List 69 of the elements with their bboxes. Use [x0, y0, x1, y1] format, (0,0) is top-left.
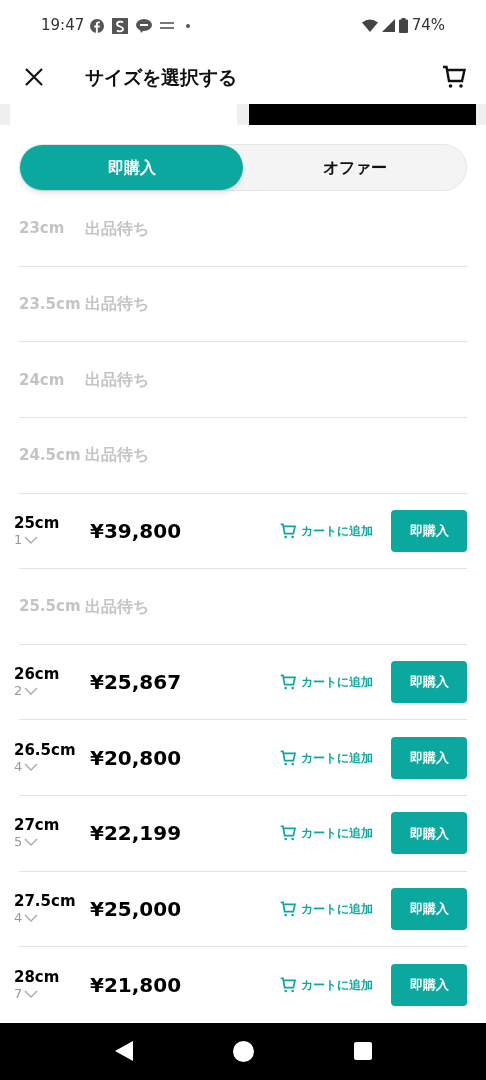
- price: ¥39,800: [90, 517, 182, 545]
- cart-icon: [280, 825, 296, 842]
- app-icon: [112, 17, 129, 34]
- add-to-cart-button[interactable]: カートに追加: [280, 899, 373, 918]
- status-label: 出品待ち: [85, 595, 149, 618]
- quantity-dropdown[interactable]: 7: [14, 986, 90, 1002]
- signal-icon: [381, 19, 395, 33]
- chevron-down-icon: [24, 687, 39, 696]
- size-label: 24.5cm: [19, 445, 82, 467]
- buy-now-button[interactable]: 即購入: [391, 964, 467, 1006]
- size-label: 25.5cm: [19, 596, 82, 618]
- cart-icon: [280, 977, 296, 993]
- status-label: 出品待ち: [85, 368, 149, 391]
- size-label: 25cm: [14, 513, 61, 532]
- battery-level: 74%: [411, 15, 445, 37]
- size-label: 23.5cm: [19, 293, 82, 315]
- home-icon[interactable]: [232, 1040, 254, 1062]
- quantity-dropdown[interactable]: 2: [14, 683, 90, 700]
- add-to-cart-button[interactable]: カートに追加: [280, 521, 373, 540]
- page-title: サイズを選択する: [85, 65, 237, 91]
- cart-icon: [280, 674, 296, 691]
- buy-now-button[interactable]: 即購入: [391, 812, 467, 855]
- facebook-icon: [90, 18, 105, 33]
- battery-icon: [398, 18, 408, 34]
- close-icon: [25, 68, 43, 87]
- chevron-down-icon: [24, 535, 39, 544]
- chevron-down-icon: [24, 762, 39, 771]
- wifi-icon: [361, 19, 378, 33]
- chat-bubble-icon: [136, 18, 153, 33]
- quantity-dropdown[interactable]: 4: [14, 758, 90, 775]
- price: ¥20,800: [90, 744, 182, 772]
- buy-now-button[interactable]: 即購入: [391, 736, 467, 779]
- size-label: 27.5cm: [14, 891, 77, 910]
- cart-icon: [280, 749, 296, 766]
- mode-tab[interactable]: 即購入: [20, 145, 243, 191]
- mode-tab[interactable]: オファー: [243, 145, 466, 191]
- chevron-down-icon: [24, 990, 39, 998]
- size-label: 24cm: [19, 369, 66, 391]
- status-label: 出品待ち: [85, 293, 149, 316]
- status-time: 19:47: [41, 15, 85, 37]
- price: ¥22,199: [90, 820, 182, 848]
- add-to-cart-button[interactable]: カートに追加: [280, 824, 373, 843]
- quantity-dropdown[interactable]: 4: [14, 909, 90, 926]
- recents-icon[interactable]: [353, 1042, 372, 1061]
- condition-tab[interactable]: [249, 103, 476, 126]
- price: ¥25,867: [90, 669, 182, 697]
- price: ¥25,000: [90, 895, 182, 923]
- chevron-down-icon: [24, 913, 39, 922]
- size-label: 27cm: [14, 816, 61, 835]
- add-to-cart-button[interactable]: カートに追加: [280, 673, 373, 692]
- buy-now-button[interactable]: 即購入: [391, 509, 467, 552]
- status-label: 出品待ち: [85, 444, 149, 467]
- quantity-dropdown[interactable]: 1: [14, 531, 90, 548]
- size-label: 26.5cm: [14, 740, 77, 759]
- status-label: 出品待ち: [85, 217, 149, 240]
- size-label: 23cm: [19, 218, 66, 240]
- buy-now-button[interactable]: 即購入: [391, 887, 467, 930]
- cart-icon: [280, 522, 296, 539]
- size-label: 26cm: [14, 665, 61, 684]
- size-label: 28cm: [14, 968, 61, 986]
- add-to-cart-button[interactable]: カートに追加: [280, 976, 373, 994]
- cart-icon: [442, 65, 466, 90]
- back-icon[interactable]: [114, 1041, 133, 1062]
- quantity-dropdown[interactable]: 5: [14, 834, 90, 851]
- price: ¥21,800: [90, 972, 182, 999]
- buy-now-button[interactable]: 即購入: [391, 661, 467, 704]
- cart-icon: [280, 900, 296, 917]
- add-to-cart-button[interactable]: カートに追加: [280, 748, 373, 767]
- chevron-down-icon: [24, 838, 39, 847]
